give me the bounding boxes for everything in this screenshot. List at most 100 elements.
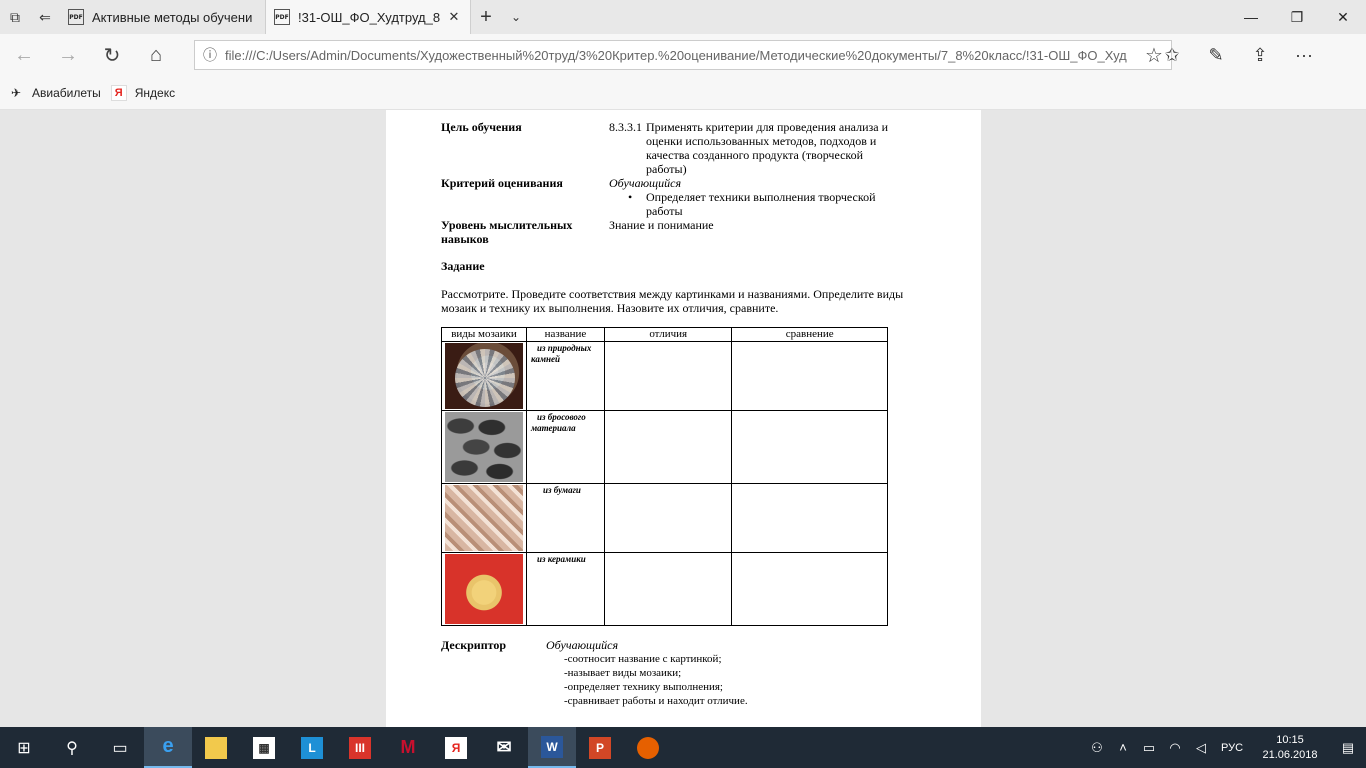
firefox-icon[interactable] bbox=[624, 727, 672, 768]
image-cell bbox=[441, 341, 527, 411]
l-app-icon[interactable]: L bbox=[288, 727, 336, 768]
yandex-browser-icon[interactable]: Я bbox=[432, 727, 480, 768]
level-line: навыков bbox=[441, 232, 489, 246]
more-icon[interactable]: ··· bbox=[1282, 45, 1326, 66]
tab-manager-icon[interactable]: ⧉ bbox=[0, 0, 30, 34]
image-cell bbox=[441, 552, 527, 626]
name-cell: из бумаги bbox=[526, 483, 605, 553]
restore-icon[interactable]: ❐ bbox=[1274, 0, 1320, 34]
red-glyph: III bbox=[349, 736, 371, 759]
favorites-hub-icon[interactable]: ✩ bbox=[1150, 45, 1194, 66]
forward-icon[interactable]: → bbox=[46, 34, 90, 76]
info-icon[interactable]: ⓘ bbox=[195, 45, 225, 65]
criteria-head: Обучающийся bbox=[609, 176, 682, 190]
mail-icon[interactable]: ✉ bbox=[480, 727, 528, 768]
criteria-line: работы bbox=[646, 204, 683, 218]
goal-line: качества созданного продукта (творческой bbox=[646, 148, 864, 162]
battery-icon[interactable]: ▭ bbox=[1136, 740, 1162, 756]
descriptor-head: Обучающийся bbox=[546, 638, 619, 652]
descriptor-list: -соотносит название с картинкой; -называ… bbox=[564, 652, 748, 708]
powerpoint-glyph: P bbox=[589, 736, 611, 759]
url-text[interactable]: file:///C:/Users/Admin/Documents/Художес… bbox=[225, 48, 1137, 63]
differences-cell bbox=[603, 341, 733, 411]
language-indicator[interactable]: РУС bbox=[1214, 742, 1250, 754]
ceramic-mosaic-image bbox=[445, 554, 523, 624]
favorite-yandex[interactable]: Я Яндекс bbox=[110, 84, 176, 101]
goal-line: оценки использованных методов, подходов … bbox=[646, 134, 877, 148]
close-tab-icon[interactable]: ✕ bbox=[446, 9, 462, 25]
task-label: Задание bbox=[441, 259, 485, 273]
column-header: название bbox=[526, 327, 605, 342]
pdf-page: Цель обучения 8.3.3.1 Применять критерии… bbox=[386, 110, 981, 727]
name-line: камней bbox=[531, 354, 560, 364]
clock[interactable]: 10:15 21.06.2018 bbox=[1250, 733, 1330, 763]
goal-text: Применять критерии для проведения анализ… bbox=[646, 120, 888, 176]
table-row: из бумаги bbox=[441, 483, 888, 553]
notifications-icon[interactable]: ▤ bbox=[1330, 740, 1366, 756]
level-label: Уровень мыслительных навыков bbox=[441, 218, 572, 246]
tab-2[interactable]: PDF !31-ОШ_ФО_Худтруд_8 ✕ bbox=[266, 0, 471, 34]
favorite-aviabilety[interactable]: ✈ Авиабилеты bbox=[8, 85, 101, 101]
yandex-icon: Я bbox=[110, 84, 127, 101]
task-view-icon[interactable]: ▭ bbox=[96, 727, 144, 768]
name-line: материала bbox=[531, 423, 576, 433]
pdf-icon: PDF bbox=[274, 9, 290, 25]
paper-mosaic-image bbox=[445, 485, 523, 551]
stone-mosaic-image bbox=[445, 343, 523, 409]
comparison-cell bbox=[731, 552, 888, 626]
edge-glyph: e bbox=[162, 735, 174, 757]
close-window-icon[interactable]: ✕ bbox=[1320, 0, 1366, 34]
file-explorer-icon[interactable] bbox=[192, 727, 240, 768]
chevron-down-icon[interactable]: ⌄ bbox=[501, 0, 531, 34]
windows-start-icon[interactable]: ⊞ bbox=[0, 727, 48, 768]
descriptor-item: -сравнивает работы и находит отличие. bbox=[564, 695, 748, 707]
comparison-cell bbox=[731, 483, 888, 553]
red-app-icon[interactable]: III bbox=[336, 727, 384, 768]
descriptor-item: -определяет технику выполнения; bbox=[564, 681, 723, 693]
task-line: мозаик и технику их выполнения. Назовите… bbox=[441, 301, 779, 315]
name-line: из керамики bbox=[537, 554, 586, 564]
tab-title: !31-ОШ_ФО_Худтруд_8 bbox=[298, 9, 441, 25]
wifi-icon[interactable]: ◠ bbox=[1162, 740, 1188, 756]
pen-icon[interactable]: ✎ bbox=[1194, 45, 1238, 66]
edge-icon[interactable]: e bbox=[144, 727, 192, 768]
back-icon[interactable]: ← bbox=[2, 34, 46, 76]
column-header: отличия bbox=[603, 327, 733, 342]
tab-bar: ⧉ ⇐ PDF Активные методы обучени PDF !31-… bbox=[0, 0, 1366, 34]
task-text: Рассмотрите. Проведите соответствия межд… bbox=[441, 287, 903, 315]
home-icon[interactable]: ⌂ bbox=[134, 34, 178, 76]
minimize-icon[interactable]: — bbox=[1228, 0, 1274, 34]
tab-1[interactable]: PDF Активные методы обучени bbox=[60, 0, 266, 34]
name-line: из бросового bbox=[537, 412, 586, 422]
clock-time: 10:15 bbox=[1276, 733, 1304, 746]
tab-title: Активные методы обучени bbox=[92, 9, 253, 25]
store-icon[interactable]: ▦ bbox=[240, 727, 288, 768]
people-icon[interactable]: ⚇ bbox=[1084, 740, 1110, 756]
waste-material-mosaic-image bbox=[445, 412, 523, 482]
chevron-up-icon[interactable]: ˄ bbox=[1110, 740, 1136, 755]
goal-label: Цель обучения bbox=[441, 120, 522, 134]
refresh-icon[interactable]: ↻ bbox=[90, 34, 134, 76]
pdf-viewer: Цель обучения 8.3.3.1 Применять критерии… bbox=[0, 110, 1366, 727]
system-tray: ⚇ ˄ ▭ ◠ ◁ РУС 10:15 21.06.2018 ▤ bbox=[1084, 727, 1366, 768]
search-icon[interactable]: ⚲ bbox=[48, 727, 96, 768]
address-bar[interactable]: ⓘ file:///C:/Users/Admin/Documents/Худож… bbox=[194, 40, 1172, 70]
word-icon[interactable]: W bbox=[528, 727, 576, 768]
powerpoint-icon[interactable]: P bbox=[576, 727, 624, 768]
share-icon[interactable]: ⇪ bbox=[1238, 45, 1282, 66]
mail-glyph: ✉ bbox=[496, 737, 512, 757]
volume-icon[interactable]: ◁ bbox=[1188, 740, 1214, 756]
set-aside-tabs-icon[interactable]: ⇐ bbox=[30, 0, 60, 34]
descriptor-item: -называет виды мозаики; bbox=[564, 667, 682, 679]
new-tab-icon[interactable]: + bbox=[471, 0, 501, 34]
goal-line: Применять критерии для проведения анализ… bbox=[646, 120, 889, 134]
favorites-bar: ✈ Авиабилеты Я Яндекс bbox=[0, 76, 1366, 110]
word-glyph: W bbox=[541, 735, 563, 758]
favorite-label: Яндекс bbox=[134, 85, 176, 100]
name-cell: из керамики bbox=[526, 552, 605, 626]
mcafee-icon[interactable]: M bbox=[384, 727, 432, 768]
taskbar: ⊞ ⚲ ▭ e ▦ L III M Я ✉ W P ⚇ ˄ ▭ ◠ ◁ РУС … bbox=[0, 727, 1366, 768]
favorite-label: Авиабилеты bbox=[32, 85, 101, 100]
l-glyph: L bbox=[301, 736, 323, 759]
firefox-glyph bbox=[637, 736, 659, 759]
